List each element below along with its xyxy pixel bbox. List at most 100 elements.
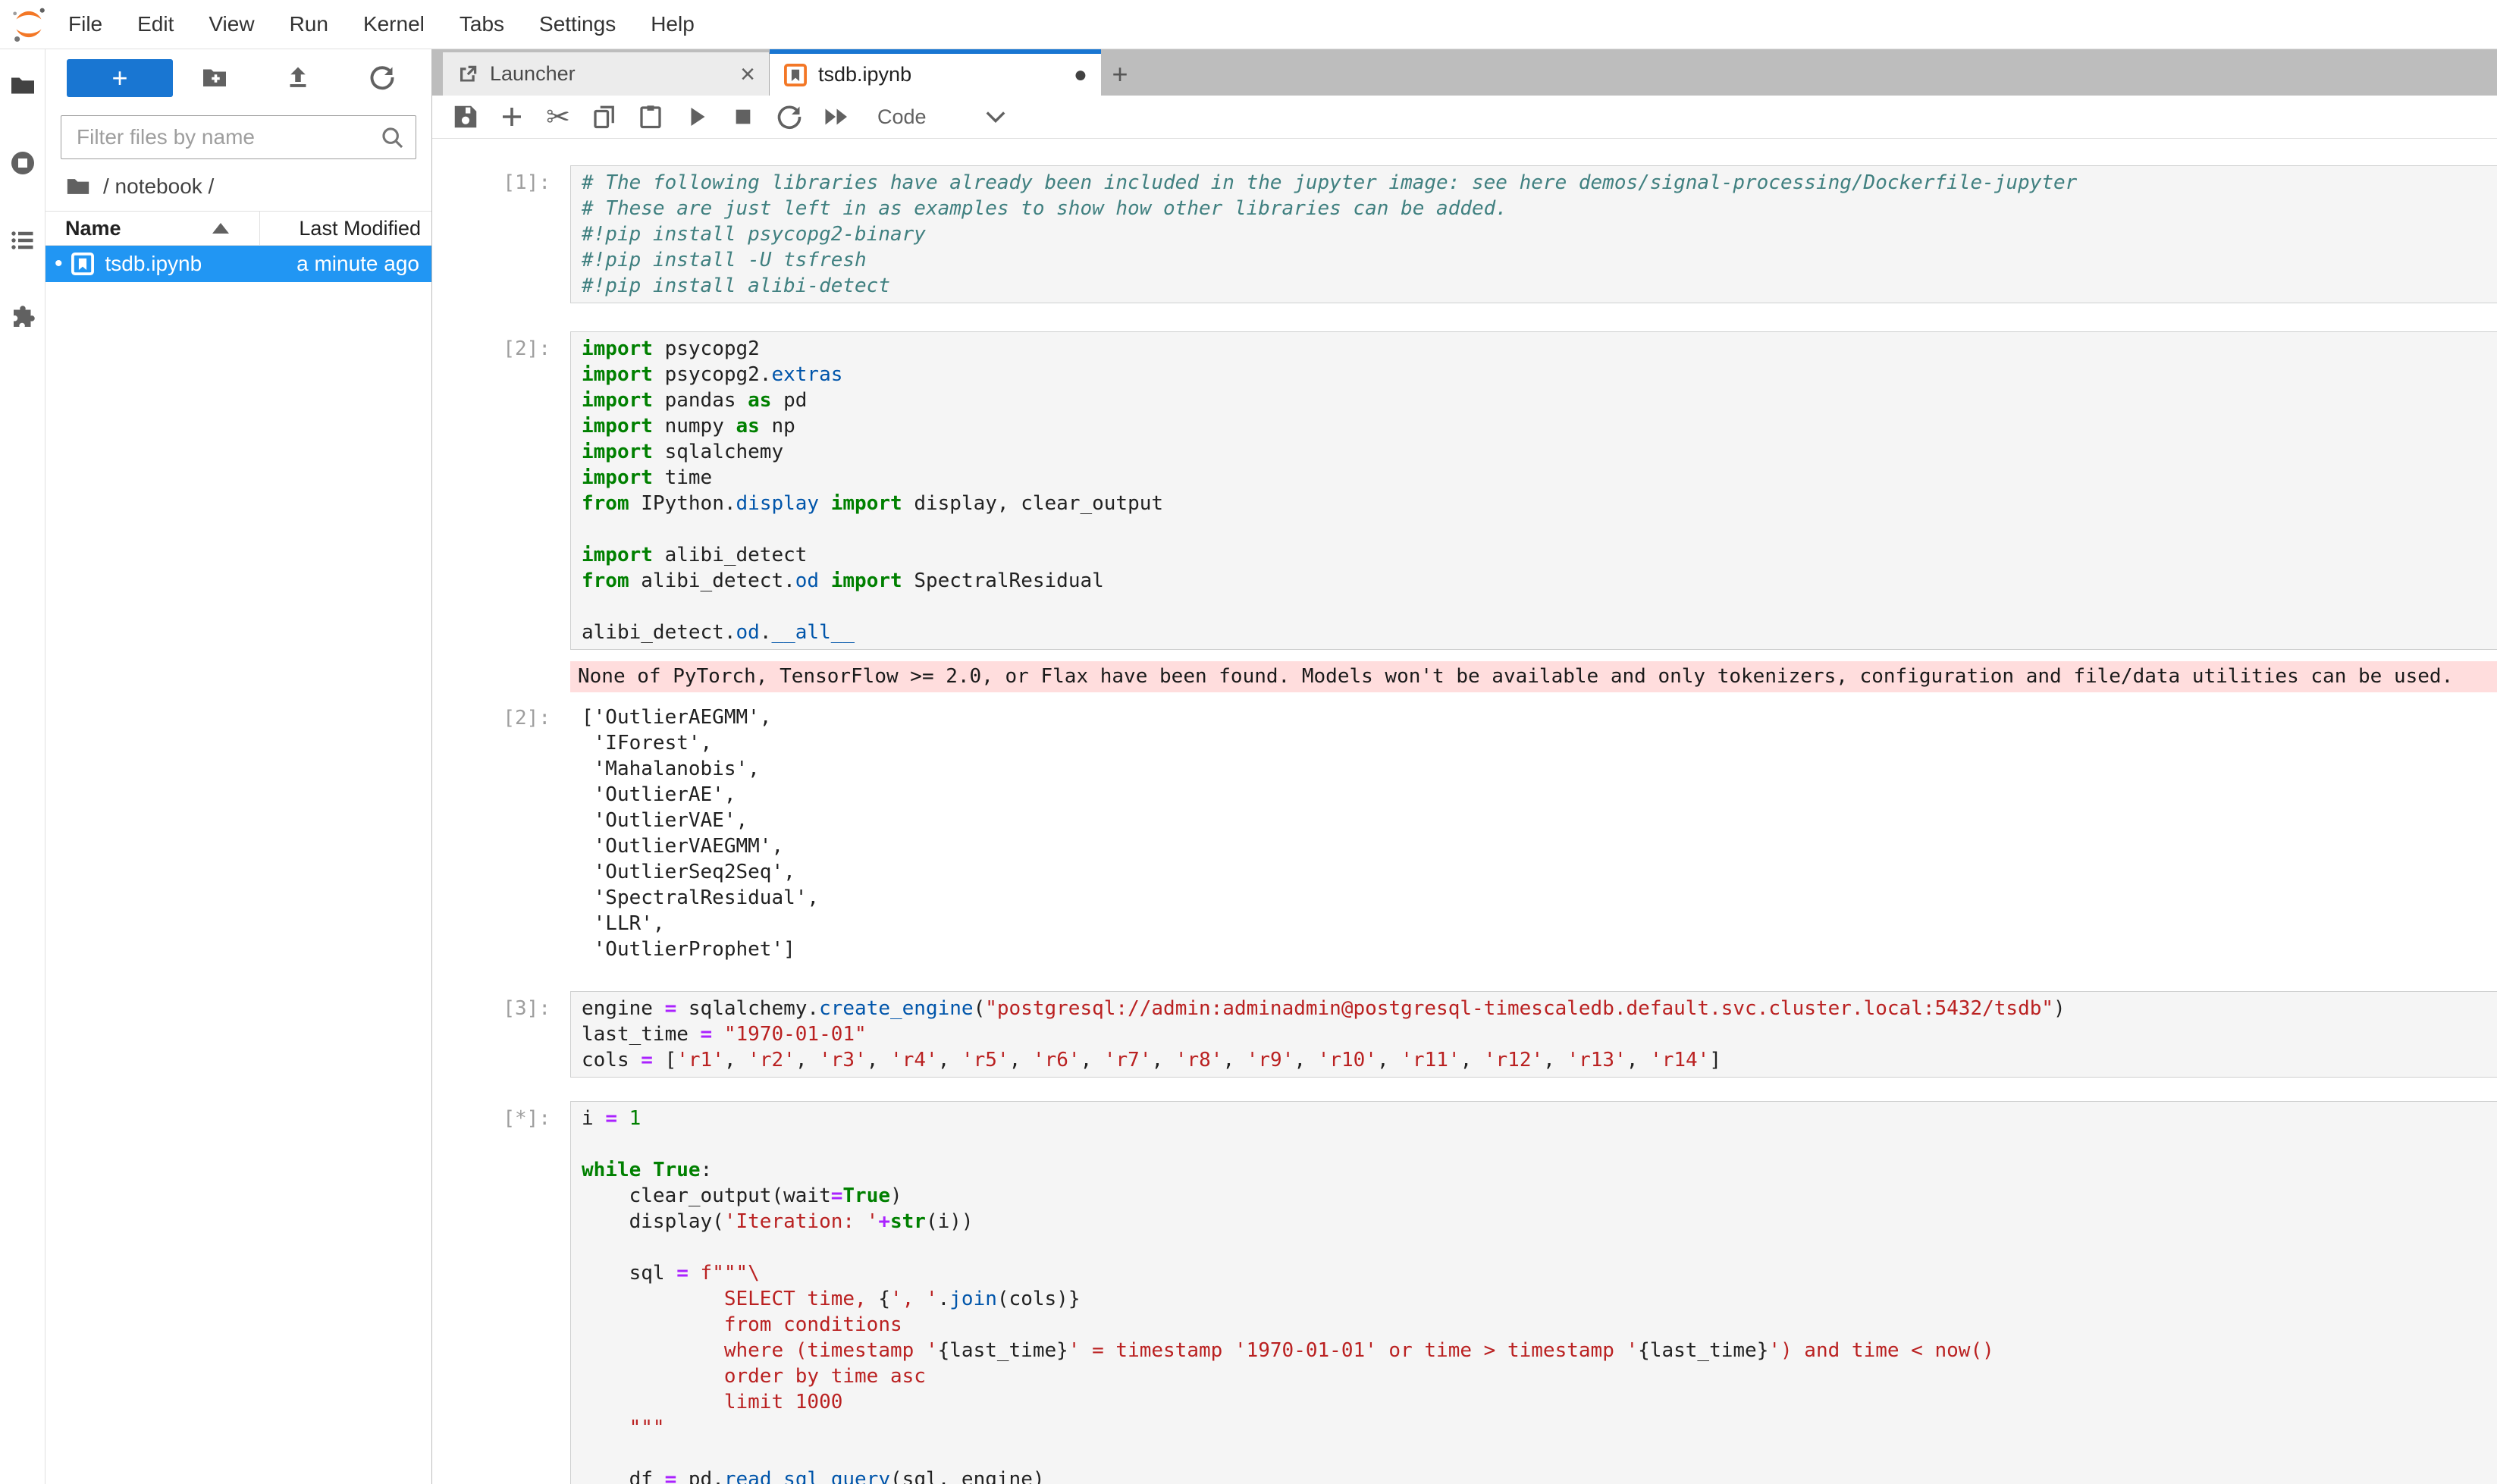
filter-files-input[interactable] [61,115,416,159]
output-area: [2]: ['OutlierAEGMM', 'IForest', 'Mahalan… [432,701,2497,966]
notebook-scroll-area[interactable]: [1]:# The following libraries have alrea… [432,139,2497,1484]
code-line: #!pip install alibi-detect [582,273,2487,299]
code-cell: [1]:# The following libraries have alrea… [432,165,2497,303]
upload-icon [284,64,312,91]
paste-cells-button[interactable] [634,100,667,133]
code-line: ['OutlierAEGMM', [582,704,2486,730]
paste-icon [637,103,664,130]
run-button[interactable] [680,100,714,133]
menu-item-settings[interactable]: Settings [539,12,616,36]
menu-item-tabs[interactable]: Tabs [460,12,504,36]
cell-prompt: [2]: [432,331,570,650]
restart-kernel-button[interactable] [773,100,806,133]
notebook-file-icon [71,252,95,276]
code-line: order by time asc [582,1363,2487,1389]
tab-tsdb-label: tsdb.ipynb [818,63,911,86]
code-line: import time [582,465,2487,491]
cell-prompt: [3]: [432,991,570,1078]
code-line: clear_output(wait=True) [582,1183,2487,1209]
restart-run-all-button[interactable] [819,100,852,133]
code-line: alibi_detect.od.__all__ [582,620,2487,645]
code-line [582,1441,2487,1467]
open-tabs-icon[interactable] [9,227,36,254]
file-name: tsdb.ipynb [105,252,202,276]
new-launcher-button[interactable]: + [67,59,173,97]
code-line: import alibi_detect [582,542,2487,568]
tab-tsdb-ipynb[interactable]: tsdb.ipynb ● [770,49,1101,96]
new-folder-icon [199,64,230,91]
new-tab-button[interactable]: + [1101,52,1139,96]
cell-editor[interactable]: import psycopg2import psycopg2.extrasimp… [570,331,2497,650]
file-browser-icon[interactable] [9,72,36,99]
cut-cells-button[interactable]: ✂ [541,100,575,133]
breadcrumb[interactable]: / notebook / [64,170,431,203]
menu-item-kernel[interactable]: Kernel [363,12,425,36]
file-browser-panel: + [45,49,432,1484]
column-name[interactable]: Name [65,217,121,240]
home-folder-icon[interactable] [64,174,93,199]
code-line: last_time = "1970-01-01" [582,1021,2487,1047]
sort-ascending-icon[interactable] [212,223,229,234]
code-line: 'Mahalanobis', [582,756,2486,782]
save-icon [451,102,480,131]
save-button[interactable] [449,100,482,133]
extensions-icon[interactable] [9,304,36,331]
cell-prompt: [2]: [432,701,570,966]
chevron-down-icon [985,109,1006,124]
code-line: import numpy as np [582,413,2487,439]
file-row-tsdb[interactable]: • tsdb.ipynb a minute ago [45,246,431,282]
code-line: import psycopg2.extras [582,362,2487,387]
code-line: limit 1000 [582,1389,2487,1415]
code-line: import psycopg2 [582,336,2487,362]
menu-item-run[interactable]: Run [290,12,328,36]
stop-icon [731,105,755,129]
tab-launcher[interactable]: Launcher × [443,52,770,96]
code-line: # The following libraries have already b… [582,170,2487,196]
code-line: import pandas as pd [582,387,2487,413]
close-tab-icon[interactable]: × [740,63,755,86]
code-line: SELECT time, {', '.join(cols)} [582,1286,2487,1312]
add-cell-button[interactable] [495,100,529,133]
code-line: 'LLR', [582,911,2486,937]
cell-editor[interactable]: i = 1 while True: clear_output(wait=True… [570,1101,2497,1484]
code-line: 'OutlierProphet'] [582,937,2486,962]
code-line: from conditions [582,1312,2487,1338]
dock-tab-bar: Launcher × tsdb.ipynb ● + [432,49,2497,96]
code-line: sql = f"""\ [582,1260,2487,1286]
launcher-icon [456,63,479,86]
code-line: 'SpectralResidual', [582,885,2486,911]
column-last-modified[interactable]: Last Modified [260,217,421,240]
refresh-button[interactable] [365,63,400,93]
cell-editor[interactable]: # The following libraries have already b… [570,165,2497,303]
menu-item-help[interactable]: Help [651,12,695,36]
menu-item-view[interactable]: View [209,12,254,36]
code-line [582,594,2487,620]
menu-item-edit[interactable]: Edit [137,12,174,36]
interrupt-kernel-button[interactable] [726,100,760,133]
code-line: df = pd.read_sql_query(sql, engine) [582,1467,2487,1484]
cell-editor[interactable]: engine = sqlalchemy.create_engine("postg… [570,991,2497,1078]
new-folder-button[interactable] [197,63,232,93]
notebook-toolbar: ✂ [432,96,2497,139]
upload-button[interactable] [281,63,315,93]
code-line: 'OutlierVAE', [582,808,2486,833]
unsaved-changes-icon[interactable]: ● [1074,62,1087,88]
code-line: 'IForest', [582,730,2486,756]
cell-type-dropdown[interactable]: Code [877,105,1006,129]
code-line: engine = sqlalchemy.create_engine("postg… [582,996,2487,1021]
code-line: # These are just left in as examples to … [582,196,2487,221]
copy-cells-button[interactable] [588,100,621,133]
tab-launcher-label: Launcher [490,62,576,86]
code-line: from IPython.display import display, cle… [582,491,2487,516]
code-line: while True: [582,1157,2487,1183]
cell-type-value: Code [877,105,927,129]
code-cell: [*]:i = 1 while True: clear_output(wait=… [432,1101,2497,1484]
code-line: where (timestamp '{last_time}' = timesta… [582,1338,2487,1363]
add-icon [498,103,525,130]
code-cell: [2]:import psycopg2import psycopg2.extra… [432,331,2497,650]
running-kernels-icon[interactable] [9,149,36,177]
code-line: display('Iteration: '+str(i)) [582,1209,2487,1235]
restart-icon [776,103,803,130]
menu-item-file[interactable]: File [68,12,102,36]
activity-bar [0,49,45,1484]
